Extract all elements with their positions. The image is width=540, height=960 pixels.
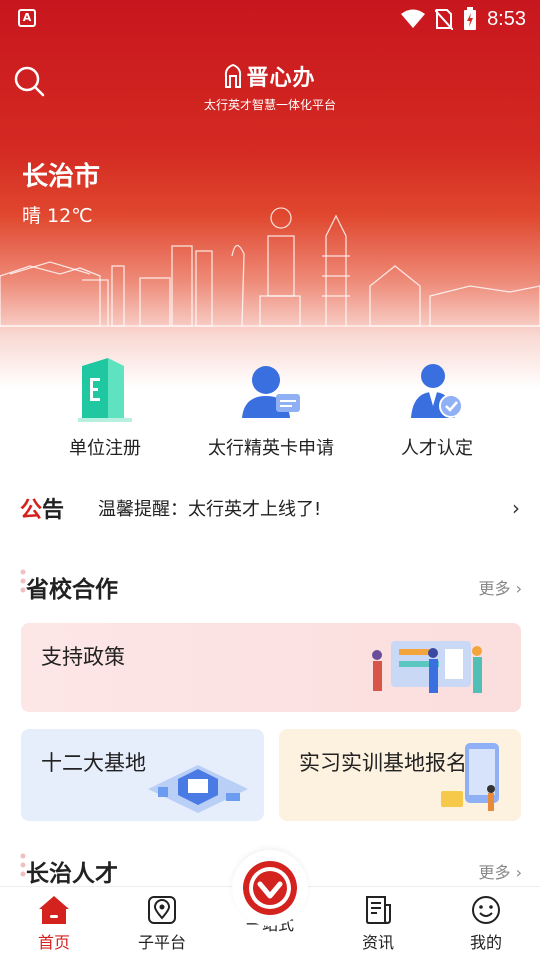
building-icon — [78, 358, 132, 422]
internship-base-signup-card[interactable]: 实习实训基地报名 — [279, 729, 521, 821]
isometric-base-illustration — [148, 765, 248, 813]
people-discussion-illustration — [372, 641, 482, 693]
users-icon — [242, 366, 300, 418]
card-title: 十二大基地 — [41, 751, 146, 775]
notice-tag: 公告 — [20, 498, 65, 523]
no-sim-icon — [435, 9, 454, 30]
quick-action-label: 人才认定 — [401, 438, 473, 459]
phone-illustration — [441, 743, 499, 811]
more-link-talent[interactable]: 更多 › — [479, 859, 523, 883]
quick-action-label: 单位注册 — [69, 438, 141, 459]
app-subtitle: 太行英才智慧一体化平台 — [203, 98, 336, 112]
home-icon — [39, 896, 69, 924]
chevron-right-icon: › — [512, 496, 520, 520]
app-name: 晋心办 — [246, 66, 316, 91]
card-title: 支持政策 — [41, 645, 125, 669]
city-skyline-illustration — [0, 207, 540, 327]
section-title-changzhi-talent: 长治人才 — [26, 861, 118, 887]
twelve-bases-card[interactable]: 十二大基地 — [21, 729, 264, 821]
status-bar: A 8:53 — [0, 0, 540, 36]
notice-text: 温馨提醒：太行英才上线了! — [98, 499, 322, 520]
city-name[interactable]: 长治市 — [22, 156, 100, 193]
one-stop-center-button[interactable] — [232, 850, 308, 926]
tab-mine[interactable]: 我的 — [432, 887, 540, 960]
wifi-icon — [401, 9, 426, 28]
tab-news[interactable]: 资讯 — [324, 887, 432, 960]
news-icon — [366, 896, 391, 924]
app-notification-icon: A — [18, 9, 36, 27]
notice-bar[interactable]: 公告 温馨提醒：太行英才上线了! › — [0, 486, 540, 530]
talent-certification-button[interactable]: 人才认定 — [352, 350, 522, 460]
elite-card-apply-button[interactable]: 太行精英卡申请 — [186, 350, 356, 460]
clock: 8:53 — [487, 7, 526, 30]
app-logo: 晋心办 太行英才智慧一体化平台 — [0, 60, 540, 113]
verified-user-icon — [411, 364, 463, 418]
one-stop-icon — [243, 861, 297, 915]
unit-register-button[interactable]: 单位注册 — [20, 350, 190, 460]
quick-action-label: 太行精英卡申请 — [208, 438, 334, 459]
logo-icon — [225, 64, 242, 88]
more-link-cooperation[interactable]: 更多 › — [479, 575, 523, 599]
tab-home[interactable]: 首页 — [0, 887, 108, 960]
location-pin-icon — [148, 896, 176, 924]
battery-icon — [464, 7, 477, 30]
section-title-cooperation: 省校合作 — [26, 577, 118, 603]
policy-support-card[interactable]: 支持政策 — [21, 623, 521, 712]
tab-sub-platform[interactable]: 子平台 — [108, 887, 216, 960]
smiley-icon — [472, 896, 500, 924]
